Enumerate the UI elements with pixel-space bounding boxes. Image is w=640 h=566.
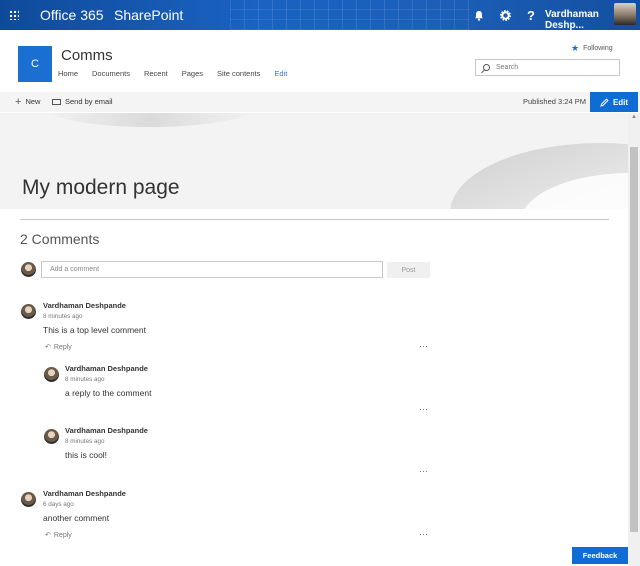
search-box[interactable]: Search (475, 59, 620, 76)
more-options-icon[interactable]: ··· (419, 404, 428, 414)
add-comment-placeholder: Add a comment (50, 266, 100, 273)
reply-label: Reply (53, 531, 72, 539)
nav-pages[interactable]: Pages (182, 69, 203, 78)
reply-button[interactable]: ↶ Reply (45, 531, 72, 540)
plus-icon: + (15, 95, 22, 108)
divider (20, 219, 609, 220)
comment-text: another comment (43, 513, 110, 523)
comment-author[interactable]: Vardhaman Deshpande (65, 364, 148, 373)
suite-title[interactable]: Office 365 (40, 7, 104, 23)
add-comment-input[interactable]: Add a comment (41, 261, 383, 278)
comment-avatar[interactable] (44, 429, 59, 444)
suite-bar-pattern (230, 0, 470, 30)
comment-avatar[interactable] (21, 304, 36, 319)
edit-button[interactable]: Edit (590, 92, 638, 112)
comment-author[interactable]: Vardhaman Deshpande (43, 301, 126, 310)
user-avatar[interactable] (614, 3, 636, 25)
reply-label: Reply (53, 343, 72, 351)
following-label: Following (583, 45, 613, 52)
site-title[interactable]: Comms (61, 47, 113, 64)
page-title: My modern page (22, 176, 180, 199)
suite-bar: Office 365 SharePoint ? Vardhaman Deshp.… (0, 0, 640, 30)
reply-button[interactable]: ↶ Reply (45, 343, 72, 352)
search-icon (483, 64, 490, 71)
send-by-email-button[interactable]: Send by email (52, 97, 113, 106)
scroll-up-arrow-icon[interactable]: ▲ (629, 114, 639, 122)
post-button[interactable]: Post (387, 262, 430, 278)
notifications-icon[interactable] (466, 0, 492, 30)
comment-author[interactable]: Vardhaman Deshpande (43, 489, 126, 498)
current-user-avatar (21, 262, 36, 277)
more-options-icon[interactable]: ··· (419, 341, 428, 351)
comment-avatar[interactable] (44, 367, 59, 382)
suite-app-name[interactable]: SharePoint (114, 7, 183, 23)
reply-icon: ↶ (45, 532, 51, 539)
comment-time: 8 minutes ago (65, 438, 105, 445)
comment-text: a reply to the comment (65, 388, 152, 398)
star-icon: ★ (571, 43, 580, 53)
site-navigation: Home Documents Recent Pages Site content… (58, 69, 301, 78)
comment-time: 6 days ago (43, 501, 74, 508)
mail-icon (52, 98, 61, 105)
comment-text: this is cool! (65, 450, 108, 460)
edit-label: Edit (612, 97, 629, 107)
new-button[interactable]: + New (15, 95, 41, 108)
banner-decoration (40, 113, 260, 127)
comment-avatar[interactable] (21, 492, 36, 507)
send-email-label: Send by email (65, 97, 113, 106)
command-bar: + New Send by email Published 3:24 PM (0, 92, 640, 112)
new-label: New (25, 97, 41, 106)
comment-time: 8 minutes ago (43, 313, 83, 320)
comment-author[interactable]: Vardhaman Deshpande (65, 426, 148, 435)
nav-edit-link[interactable]: Edit (274, 69, 287, 78)
settings-gear-icon[interactable] (492, 0, 518, 30)
published-status: Published 3:24 PM (523, 97, 586, 106)
nav-recent[interactable]: Recent (144, 69, 168, 78)
reply-icon: ↶ (45, 344, 51, 351)
search-placeholder: Search (496, 64, 519, 71)
following-button[interactable]: ★ Following (571, 43, 613, 54)
help-icon[interactable]: ? (518, 0, 544, 30)
nav-documents[interactable]: Documents (92, 69, 130, 78)
scrollbar-thumb[interactable] (630, 147, 638, 532)
more-options-icon[interactable]: ··· (419, 466, 428, 476)
more-options-icon[interactable]: ··· (419, 529, 428, 539)
comment-time: 8 minutes ago (65, 376, 105, 383)
comment-count: 2 Comments (20, 231, 100, 247)
site-logo[interactable]: C (18, 46, 52, 82)
pencil-icon (600, 97, 609, 107)
app-launcher-icon[interactable] (0, 0, 28, 30)
nav-home[interactable]: Home (58, 69, 78, 78)
feedback-button[interactable]: Feedback (572, 547, 628, 564)
nav-site-contents[interactable]: Site contents (217, 69, 260, 78)
comment-text: This is a top level comment (43, 325, 146, 335)
